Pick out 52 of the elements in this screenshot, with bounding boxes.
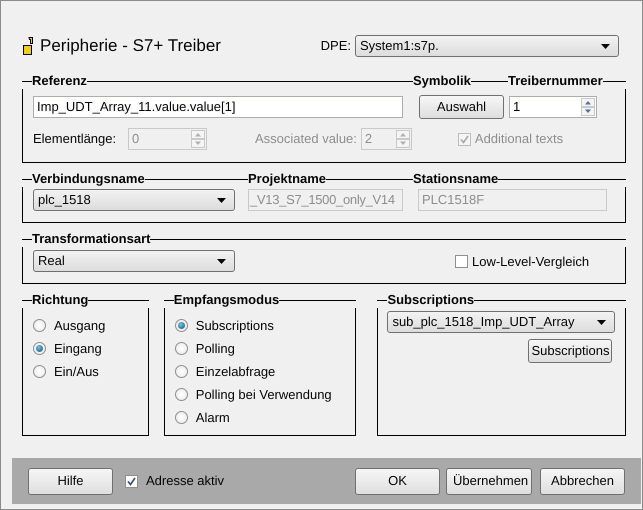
- dropdown[interactable]: sub_plc_1518_Imp_UDT_Array: [387, 311, 616, 333]
- caret-icon: [597, 320, 606, 324]
- dpe-label: DPE:: [320, 38, 351, 54]
- group-label: Verbindungsname: [32, 171, 145, 187]
- radio-button[interactable]: [174, 319, 188, 332]
- checkbox-label: Additional texts: [474, 131, 564, 147]
- field-label: Elementlänge:: [33, 131, 118, 147]
- caret-icon: [217, 258, 226, 264]
- dropdown[interactable]: Real: [33, 250, 235, 272]
- auswahl-button[interactable]: Auswahl: [419, 95, 504, 119]
- spin-arrows-icon[interactable]: [581, 98, 595, 116]
- group-label: Transformationsart: [32, 231, 150, 247]
- radio-label: Subscriptions: [196, 318, 274, 334]
- spin-box[interactable]: 1: [509, 96, 597, 118]
- group-label: Stationsname: [413, 171, 498, 187]
- field-label: Associated value:: [255, 131, 357, 147]
- radio-label: Alarm: [196, 410, 230, 426]
- group-label: Symbolik: [413, 73, 471, 89]
- radio-label: Einzelabfrage: [196, 364, 276, 380]
- caret-icon: [217, 198, 226, 202]
- radio-label: Eingang: [54, 340, 102, 356]
- dialog-button[interactable]: Übernehmen: [446, 468, 532, 494]
- radio-button[interactable]: [174, 365, 188, 378]
- group-label: Referenz: [32, 73, 87, 89]
- radio-label: Ausgang: [54, 318, 106, 334]
- dropdown[interactable]: plc_1518: [33, 189, 235, 211]
- checkbox-label: Low-Level-Vergleich: [472, 254, 590, 270]
- dialog-button[interactable]: OK: [355, 468, 440, 494]
- caret-icon: [601, 44, 610, 48]
- radio-button[interactable]: [174, 388, 188, 401]
- subscriptions-button[interactable]: Subscriptions: [528, 339, 612, 363]
- window-title: Peripherie - S7+ Treiber: [40, 36, 221, 56]
- group-label: Treibernummer: [508, 73, 603, 89]
- checkbox[interactable]: [455, 255, 468, 268]
- help-button[interactable]: Hilfe: [28, 468, 113, 494]
- text-field[interactable]: Imp_UDT_Array_11.value.value[1]: [33, 96, 403, 118]
- radio-button[interactable]: [33, 319, 46, 332]
- dialog-button[interactable]: Abbrechen: [540, 468, 625, 494]
- radio-label: Polling bei Verwendung: [196, 386, 332, 402]
- group-label: Subscriptions: [387, 292, 474, 308]
- group-label: Projektname: [248, 171, 326, 187]
- radio-button[interactable]: [33, 342, 46, 355]
- radio-label: Polling: [196, 340, 235, 356]
- radio-button[interactable]: [33, 365, 46, 378]
- radio-button[interactable]: [174, 411, 188, 424]
- radio-label: Ein/Aus: [54, 364, 99, 380]
- group-label: Empfangsmodus: [174, 292, 280, 308]
- checkbox[interactable]: [125, 474, 138, 488]
- radio-button[interactable]: [174, 342, 188, 355]
- dropdown[interactable]: System1:s7p.: [355, 35, 619, 57]
- checkbox-label: Adresse aktiv: [146, 473, 224, 489]
- group-label: Richtung: [32, 292, 88, 308]
